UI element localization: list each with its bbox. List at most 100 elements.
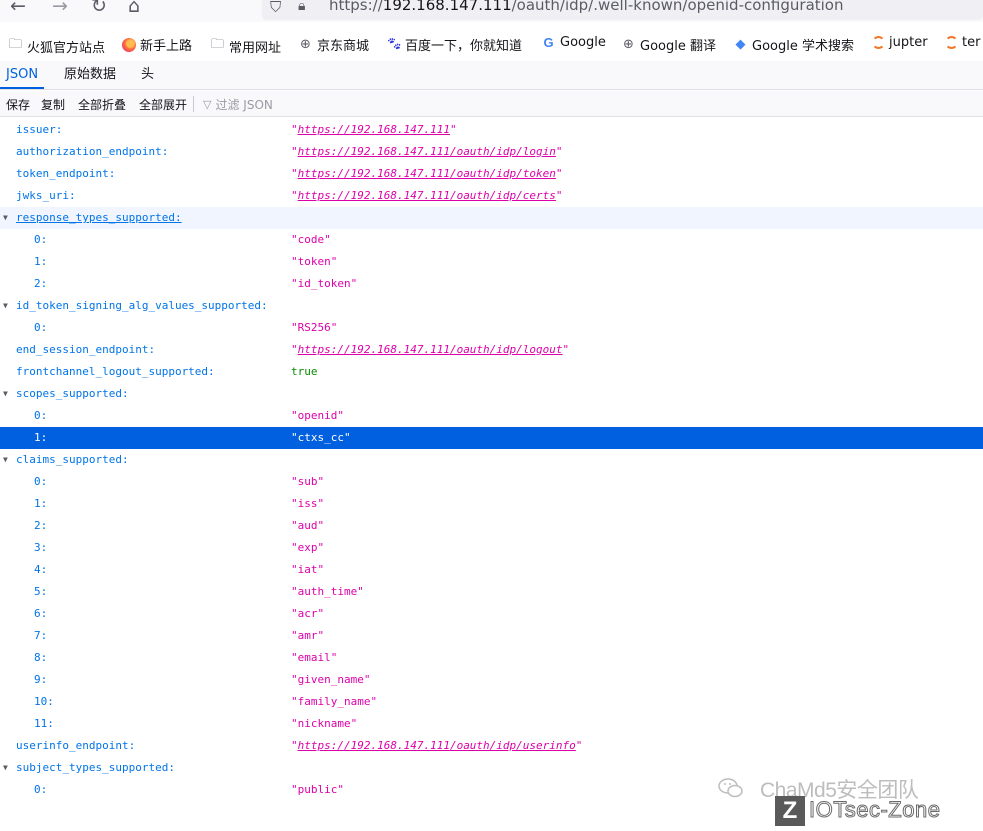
json-row[interactable]: 10: "family_name": [0, 691, 983, 713]
bookmarks-toolbar: 🗀 火狐官方站点 新手上路 🗀 常用网址 ⊕ 京东商城 🐾︎ 百度一下，你就知道…: [0, 30, 983, 58]
address-bar[interactable]: ⛉ 🔒︎ https://192.168.147.111/oauth/idp/.…: [262, 0, 983, 20]
url-host: 192.168.147.111: [382, 0, 512, 14]
json-value: "aud": [291, 519, 325, 532]
bookmark-google-translate[interactable]: ⊕ Google 翻译: [621, 35, 716, 54]
quote-mark: ": [575, 739, 583, 752]
json-key: subject_types_supported:: [16, 761, 175, 774]
json-row[interactable]: 0: "RS256": [0, 317, 983, 339]
json-row[interactable]: token_endpoint: "https://192.168.147.111/…: [0, 163, 983, 185]
json-row[interactable]: jwks_uri: "https://192.168.147.111/oauth/…: [0, 185, 983, 207]
url-link[interactable]: https://192.168.147.111/oauth/idp/logout: [298, 343, 563, 356]
bookmark-label: 常用网址: [229, 40, 282, 56]
forward-arrow-icon[interactable]: →: [52, 0, 68, 17]
json-array-row[interactable]: ▼ claims_supported:: [0, 449, 983, 471]
json-row[interactable]: frontchannel_logout_supported: true: [0, 361, 983, 383]
collapse-all-button[interactable]: 全部折叠: [78, 96, 126, 113]
bookmark-baidu[interactable]: 🐾︎ 百度一下，你就知道: [386, 35, 522, 54]
json-link-value[interactable]: "https://192.168.147.111/oauth/idp/login…: [291, 141, 563, 163]
json-tree: issuer: "https://192.168.147.111" authoriz…: [0, 119, 983, 801]
json-row[interactable]: 0: "sub": [0, 471, 983, 493]
firefox-icon: [122, 37, 136, 52]
url-link[interactable]: https://192.168.147.111: [298, 123, 450, 136]
json-row[interactable]: 0: "public": [0, 779, 983, 801]
json-row[interactable]: 7: "amr": [0, 625, 983, 647]
json-array-row[interactable]: ▼ id_token_signing_alg_values_supported:: [0, 295, 983, 317]
expand-toggle-icon[interactable]: ▼: [3, 383, 8, 405]
json-link-value[interactable]: "https://192.168.147.111": [291, 119, 457, 141]
json-row[interactable]: 0: "code": [0, 229, 983, 251]
bookmark-label: Google 翻译: [640, 39, 716, 54]
expand-toggle-icon[interactable]: ▼: [3, 449, 8, 471]
save-button[interactable]: 保存: [6, 96, 30, 113]
bookmark-jd[interactable]: ⊕ 京东商城: [298, 35, 369, 54]
home-icon[interactable]: ⌂: [128, 0, 140, 17]
json-row[interactable]: 1: "token": [0, 251, 983, 273]
json-row[interactable]: 11: "nickname": [0, 713, 983, 735]
url-link[interactable]: https://192.168.147.111/oauth/idp/userin…: [298, 739, 576, 752]
json-row[interactable]: 1: "ctxs_cc": [0, 427, 983, 449]
filter-json-input[interactable]: ▽ 过滤 JSON: [203, 96, 273, 113]
json-row[interactable]: end_session_endpoint: "https://192.168.14…: [0, 339, 983, 361]
json-value: "amr": [291, 629, 325, 642]
json-array-row[interactable]: ▼ response_types_supported:: [0, 207, 983, 229]
json-row[interactable]: 0: "openid": [0, 405, 983, 427]
json-link-value[interactable]: "https://192.168.147.111/oauth/idp/logou…: [291, 339, 569, 361]
bookmark-getting-started[interactable]: 新手上路: [122, 35, 192, 54]
tab-raw-data[interactable]: 原始数据: [58, 61, 122, 89]
json-row[interactable]: 2: "id_token": [0, 273, 983, 295]
google-icon: G: [543, 35, 554, 50]
quote-mark: ": [555, 167, 563, 180]
expand-toggle-icon[interactable]: ▼: [3, 295, 8, 317]
json-row[interactable]: 2: "aud": [0, 515, 983, 537]
json-row[interactable]: 3: "exp": [0, 537, 983, 559]
json-row[interactable]: issuer: "https://192.168.147.111": [0, 119, 983, 141]
bookmark-jupter[interactable]: jupter: [872, 35, 928, 50]
json-row[interactable]: 8: "email": [0, 647, 983, 669]
url-path: /oauth/idp/.well-known/openid-configurat…: [511, 0, 844, 14]
bookmark-google-scholar[interactable]: ◆ Google 学术搜索: [733, 35, 854, 54]
reload-icon[interactable]: ↻: [91, 0, 107, 17]
quote-mark: ": [562, 343, 570, 356]
json-key: frontchannel_logout_supported:: [16, 365, 215, 378]
navigation-bar: ← → ↻ ⌂ ⛉ 🔒︎ https://192.168.147.111/oau…: [0, 0, 983, 22]
copy-button[interactable]: 复制: [41, 96, 65, 113]
url-link[interactable]: https://192.168.147.111/oauth/idp/login: [298, 145, 556, 158]
url-link[interactable]: https://192.168.147.111/oauth/idp/token: [298, 167, 556, 180]
tab-json[interactable]: JSON: [0, 61, 45, 89]
expand-toggle-icon[interactable]: ▼: [3, 757, 8, 779]
json-key: 0:: [34, 783, 48, 796]
tab-headers[interactable]: 头: [135, 61, 160, 89]
json-row[interactable]: 1: "iss": [0, 493, 983, 515]
expand-all-button[interactable]: 全部展开: [139, 96, 187, 113]
bookmark-ter[interactable]: ter: [945, 35, 980, 50]
json-key: id_token_signing_alg_values_supported:: [16, 299, 268, 312]
json-row[interactable]: userinfo_endpoint: "https://192.168.147.1…: [0, 735, 983, 757]
url-text[interactable]: https://192.168.147.111/oauth/idp/.well-…: [329, 0, 844, 14]
quote-mark: ": [291, 739, 298, 752]
json-row[interactable]: 6: "acr": [0, 603, 983, 625]
json-link-value[interactable]: "https://192.168.147.111/oauth/idp/certs…: [291, 185, 563, 207]
json-key: 9:: [34, 673, 48, 686]
expand-toggle-icon[interactable]: ▼: [3, 207, 8, 229]
json-row[interactable]: authorization_endpoint: "https://192.168.…: [0, 141, 983, 163]
json-link-value[interactable]: "https://192.168.147.111/oauth/idp/token…: [291, 163, 563, 185]
json-array-row[interactable]: ▼ subject_types_supported:: [0, 757, 983, 779]
quote-mark: ": [291, 123, 298, 136]
shield-icon[interactable]: ⛉: [270, 0, 281, 16]
json-row[interactable]: 4: "iat": [0, 559, 983, 581]
json-key: 0:: [34, 475, 48, 488]
bookmark-folder-firefox-official[interactable]: 🗀 火狐官方站点: [8, 35, 105, 57]
json-link-value[interactable]: "https://192.168.147.111/oauth/idp/useri…: [291, 735, 582, 757]
json-value: "iat": [291, 563, 325, 576]
json-value: "public": [291, 783, 344, 796]
url-link[interactable]: https://192.168.147.111/oauth/idp/certs: [298, 189, 556, 202]
bookmark-folder-common-sites[interactable]: 🗀 常用网址: [210, 35, 281, 57]
json-row[interactable]: 9: "given_name": [0, 669, 983, 691]
json-row[interactable]: 5: "auth_time": [0, 581, 983, 603]
bookmark-google[interactable]: G Google: [541, 35, 605, 50]
back-arrow-icon[interactable]: ←: [10, 0, 26, 17]
json-value: true: [291, 365, 318, 378]
lock-icon[interactable]: 🔒︎: [298, 0, 305, 14]
json-array-row[interactable]: ▼ scopes_supported:: [0, 383, 983, 405]
json-key: 10:: [34, 695, 54, 708]
